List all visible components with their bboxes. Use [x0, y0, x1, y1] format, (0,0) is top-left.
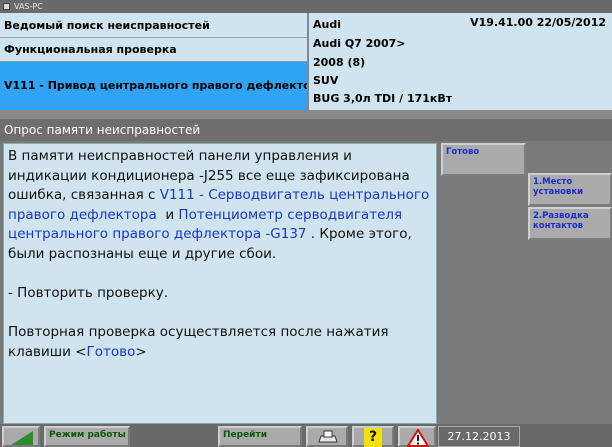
- message-text: Повторная проверка осуществляется после …: [8, 324, 389, 360]
- window-title: VAS-PC: [14, 2, 43, 11]
- vehicle-engine: BUG 3,0л TDI / 171кВт: [313, 92, 453, 105]
- section-title: Опрос памяти неисправностей: [0, 119, 612, 141]
- message-text: >: [135, 343, 147, 360]
- header-separator-strip: [0, 110, 612, 119]
- message-paragraph-3: Повторная проверка осуществляется после …: [8, 323, 432, 362]
- vehicle-brand: Audi: [313, 18, 341, 31]
- message-paragraph-2: - Повторить проверку.: [8, 285, 169, 302]
- app-logo-icon: [3, 3, 10, 10]
- mount-location-button[interactable]: 1.Место установки: [528, 173, 612, 206]
- vehicle-body-type: SUV: [313, 74, 339, 87]
- header-guided-fault-finding: Ведомый поиск неисправностей: [0, 13, 307, 38]
- header-function-test: Функциональная проверка: [0, 38, 307, 62]
- goto-button[interactable]: Перейти: [218, 426, 302, 447]
- help-icon: ?: [364, 428, 382, 447]
- operating-mode-button[interactable]: Режим работы: [44, 426, 130, 447]
- back-arrow-icon: [11, 431, 33, 445]
- vehicle-model: Audi Q7 2007>: [313, 37, 406, 50]
- message-paragraph-1: В памяти неисправностей панели управлени…: [8, 147, 432, 265]
- date-display: 27.12.2013: [438, 426, 520, 447]
- printer-icon: [318, 430, 338, 443]
- vehicle-model-year: 2008 (8): [313, 56, 366, 69]
- wiring-button[interactable]: 2.Разводка контактов: [528, 207, 612, 240]
- vehicle-info-panel: Audi V19.41.00 22/05/2012 Audi Q7 2007> …: [309, 13, 612, 110]
- link-ready[interactable]: Готово: [87, 344, 136, 360]
- warning-icon: [407, 429, 429, 447]
- print-button[interactable]: [306, 426, 348, 447]
- message-panel: В памяти неисправностей панели управлени…: [3, 143, 437, 424]
- message-text: и: [156, 206, 179, 223]
- back-button[interactable]: [2, 426, 40, 447]
- software-version: V19.41.00 22/05/2012: [470, 16, 606, 29]
- help-button[interactable]: ?: [352, 426, 394, 447]
- window-title-bar: VAS-PC: [0, 0, 612, 13]
- warning-button[interactable]: [398, 426, 436, 447]
- header-current-component: V111 - Привод центрального правого дефле…: [0, 62, 307, 110]
- ready-button[interactable]: Готово: [441, 143, 526, 176]
